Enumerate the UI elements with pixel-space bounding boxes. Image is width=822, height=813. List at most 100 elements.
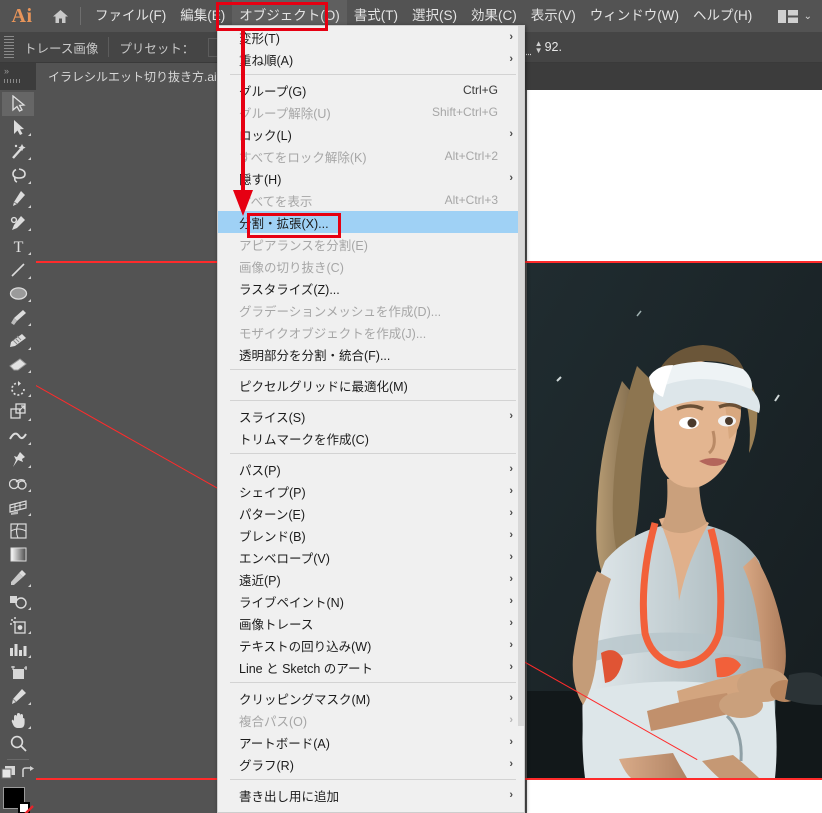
menu-separator-5 <box>230 682 516 683</box>
menubar-item-7[interactable]: ウィンドウ(W) <box>583 0 686 32</box>
submenu-chevron-right-icon: › <box>509 789 513 801</box>
edit-toolbar-icon[interactable] <box>1 765 17 785</box>
object-menu-dropdown[interactable]: 変形(T)›重ね順(A)›グループ(G)Ctrl+Gグループ解除(U)Shift… <box>217 25 525 813</box>
menu-item-4-7[interactable]: 画像トレース› <box>218 612 524 634</box>
menu-item-4-1[interactable]: シェイプ(P)› <box>218 480 524 502</box>
toolbar-bottom-row <box>1 765 35 785</box>
menu-item-1-9[interactable]: ラスタライズ(Z)... <box>218 277 524 299</box>
menu-item-1-0[interactable]: グループ(G)Ctrl+G <box>218 79 524 101</box>
scale-tool[interactable] <box>2 400 34 424</box>
menu-item-label: 画像トレース <box>239 614 313 633</box>
menu-item-1-12[interactable]: 透明部分を分割・統合(F)... <box>218 343 524 365</box>
swap-fill-stroke-icon[interactable] <box>21 766 35 784</box>
menu-item-shortcut: Alt+Ctrl+2 <box>445 149 498 163</box>
submenu-chevron-right-icon: › <box>509 551 513 563</box>
control-bar-grip[interactable] <box>4 36 14 58</box>
menu-item-3-1[interactable]: トリムマークを作成(C) <box>218 427 524 449</box>
x-coordinate-value[interactable]: 92. <box>545 40 562 54</box>
rotate-tool[interactable] <box>2 376 34 400</box>
column-graph-tool[interactable] <box>2 637 34 661</box>
menu-item-label: ピクセルグリッドに最適化(M) <box>239 376 408 395</box>
menu-item-label: 書き出し用に追加 <box>239 786 339 805</box>
hand-tool[interactable] <box>2 708 34 732</box>
zoom-tool[interactable] <box>2 732 34 756</box>
menu-item-label: ロック(L) <box>239 125 292 144</box>
menu-item-4-4[interactable]: エンベロープ(V)› <box>218 546 524 568</box>
line-segment-tool[interactable] <box>2 258 34 282</box>
submenu-chevron-right-icon: › <box>509 661 513 673</box>
menu-item-4-5[interactable]: 遠近(P)› <box>218 568 524 590</box>
menu-item-label: 画像の切り抜き(C) <box>239 257 344 276</box>
menu-item-1-4[interactable]: 隠す(H)› <box>218 167 524 189</box>
menu-item-6-0[interactable]: 書き出し用に追加 › <box>218 784 524 806</box>
shaper-tool[interactable] <box>2 329 34 353</box>
menu-item-2-0[interactable]: ピクセルグリッドに最適化(M) <box>218 374 524 396</box>
paintbrush-tool[interactable] <box>2 305 34 329</box>
traced-artwork-image[interactable] <box>527 261 822 778</box>
menubar-item-8[interactable]: ヘルプ(H) <box>686 0 759 32</box>
eraser-tool[interactable] <box>2 353 34 377</box>
menu-item-label: グラデーションメッシュを作成(D)... <box>239 301 441 320</box>
menu-item-1-7: アピアランスを分割(E) <box>218 233 524 255</box>
gradient-tool[interactable] <box>2 542 34 566</box>
menu-item-4-0[interactable]: パス(P)› <box>218 458 524 480</box>
menu-item-1-6[interactable]: 分割・拡張(X)... <box>218 211 524 233</box>
workspace-chevron-down-icon[interactable]: ⌄ <box>804 11 812 22</box>
menu-item-0-0[interactable]: 変形(T)› <box>218 26 524 48</box>
menu-item-5-0[interactable]: クリッピングマスク(M)› <box>218 687 524 709</box>
eyedropper-tool[interactable] <box>2 566 34 590</box>
tab-grip-icon[interactable]: » <box>4 67 20 86</box>
width-tool[interactable] <box>2 424 34 448</box>
object-menu-items: 変形(T)›重ね順(A)›グループ(G)Ctrl+Gグループ解除(U)Shift… <box>218 26 524 806</box>
home-icon[interactable] <box>44 0 76 32</box>
menu-item-label: パス(P) <box>239 460 281 479</box>
menu-item-4-2[interactable]: パターン(E)› <box>218 502 524 524</box>
menu-item-label: トリムマークを作成(C) <box>239 429 369 448</box>
image-trace-panel-label: トレース画像 <box>14 38 108 57</box>
blend-tool[interactable] <box>2 590 34 614</box>
lasso-tool[interactable] <box>2 163 34 187</box>
magic-wand-tool[interactable] <box>2 139 34 163</box>
menu-item-4-6[interactable]: ライブペイント(N)› <box>218 590 524 612</box>
menu-separator-6 <box>230 779 516 780</box>
symbol-sprayer-tool[interactable] <box>2 613 34 637</box>
menu-item-shortcut: Alt+Ctrl+3 <box>445 193 498 207</box>
workspace-switcher-icon[interactable] <box>778 10 798 23</box>
menu-separator-4 <box>230 453 516 454</box>
menu-item-1-11: モザイクオブジェクトを作成(J)... <box>218 321 524 343</box>
menu-item-5-3[interactable]: グラフ(R)› <box>218 753 524 775</box>
menu-item-label: 分割・拡張(X)... <box>239 213 329 232</box>
menu-item-4-8[interactable]: テキストの回り込み(W)› <box>218 634 524 656</box>
slice-tool[interactable] <box>2 685 34 709</box>
preset-label: プリセット： <box>109 38 204 57</box>
artboard[interactable] <box>527 90 822 813</box>
curvature-tool[interactable] <box>2 211 34 235</box>
menu-item-3-0[interactable]: スライス(S)› <box>218 405 524 427</box>
fill-stroke-swatch[interactable] <box>3 787 33 813</box>
free-transform-tool[interactable] <box>2 448 34 472</box>
x-stepper-updown-icon[interactable]: ▲▼ <box>535 40 543 54</box>
shape-builder-tool[interactable] <box>2 471 34 495</box>
submenu-chevron-right-icon: › <box>509 736 513 748</box>
menu-item-4-3[interactable]: ブレンド(B)› <box>218 524 524 546</box>
pen-tool[interactable] <box>2 187 34 211</box>
direct-selection-tool[interactable] <box>2 116 34 140</box>
menu-item-5-2[interactable]: アートボード(A)› <box>218 731 524 753</box>
menubar-item-0[interactable]: ファイル(F) <box>88 0 173 32</box>
artboard-tool[interactable] <box>2 661 34 685</box>
ellipse-tool[interactable] <box>2 282 34 306</box>
illustrator-window: Ai ファイル(F)編集(E)オブジェクト(O)書式(T)選択(S)効果(C)表… <box>0 0 822 813</box>
selection-tool[interactable] <box>2 92 34 116</box>
menu-item-0-1[interactable]: 重ね順(A)› <box>218 48 524 70</box>
menubar-item-6[interactable]: 表示(V) <box>524 0 583 32</box>
type-tool[interactable]: T <box>2 234 34 258</box>
submenu-chevron-right-icon: › <box>509 53 513 65</box>
menu-item-label: 隠す(H) <box>239 169 281 188</box>
mesh-tool[interactable] <box>2 519 34 543</box>
ai-logo: Ai <box>0 0 44 32</box>
menu-scrollbar[interactable] <box>518 26 524 813</box>
menu-item-4-9[interactable]: Line と Sketch のアート› <box>218 656 524 678</box>
svg-text:T: T <box>13 239 23 254</box>
menu-item-1-2[interactable]: ロック(L)› <box>218 123 524 145</box>
perspective-grid-tool[interactable] <box>2 495 34 519</box>
